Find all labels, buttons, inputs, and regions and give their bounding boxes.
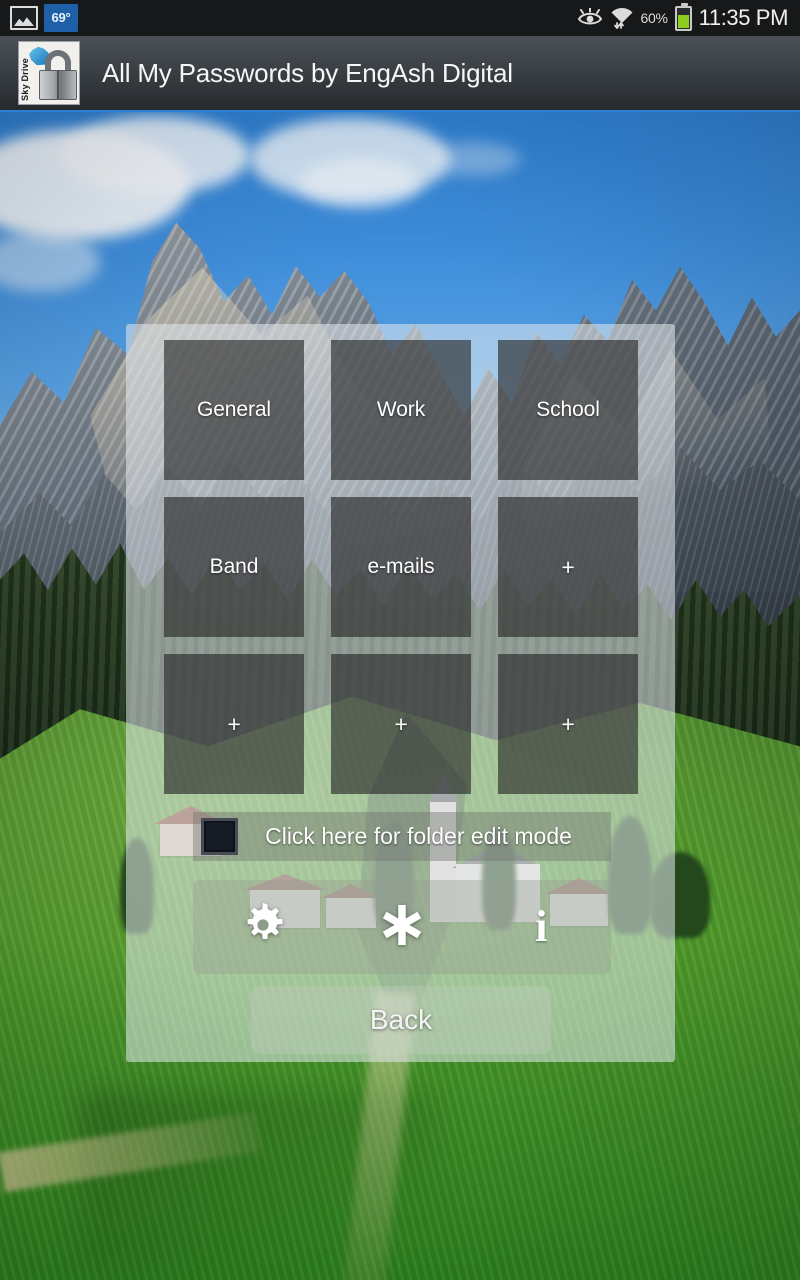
info-icon: i [535,902,548,951]
battery-icon [674,2,692,31]
folder-grid-row: General Work School [164,340,640,480]
folder-edit-mode-label: Click here for folder edit mode [265,823,572,849]
folder-tile-general[interactable]: General [164,340,304,480]
app-logo-icon[interactable]: Sky Drive [18,41,80,105]
asterisk-icon [378,901,426,954]
status-bar: 69° 60% 11:35 PM [0,0,800,36]
folder-tile-band[interactable]: Band [164,497,304,637]
folder-grid-row: Band e-mails + [164,497,640,637]
clock-label: 11:35 PM [698,5,789,30]
folder-edit-mode-checkbox[interactable] [201,818,238,855]
info-button[interactable]: i [472,880,611,974]
gallery-icon [10,6,38,30]
add-folder-tile[interactable]: + [164,654,304,794]
folder-edit-mode-row[interactable]: Click here for folder edit mode [193,812,611,861]
folder-grid-row: + + + [164,654,640,794]
add-folder-tile[interactable]: + [498,497,638,637]
asterisk-button[interactable] [332,880,471,974]
gear-icon [238,900,288,955]
folders-panel: General Work School Band e-mails + + + +… [126,324,675,1062]
folder-tile-school[interactable]: School [498,340,638,480]
wifi-icon [610,7,634,29]
back-button[interactable]: Back [251,986,551,1054]
folder-tile-work[interactable]: Work [331,340,471,480]
eye-icon [577,8,603,28]
lock-body [39,70,77,100]
page-title: All My Passwords by EngAsh Digital [102,57,513,88]
status-bar-notifications: 69° [10,4,78,32]
app-logo-label: Sky Drive [20,58,30,101]
action-bar: Sky Drive All My Passwords by EngAsh Dig… [0,36,800,112]
add-folder-tile[interactable]: + [331,654,471,794]
cloud [300,158,420,208]
folder-grid: General Work School Band e-mails + + + + [164,340,640,811]
weather-badge: 69° [44,4,78,32]
battery-percent-label: 60% [640,10,668,26]
settings-button[interactable] [193,880,332,974]
add-folder-tile[interactable]: + [498,654,638,794]
app-screen: 69° 60% 11:35 PM Sky Drive All My Passwo… [0,0,800,1280]
folder-tile-emails[interactable]: e-mails [331,497,471,637]
cloud [60,116,250,194]
toolbar: i [193,880,611,974]
cloud [430,142,520,176]
status-bar-system: 60% 11:35 PM [577,2,789,31]
